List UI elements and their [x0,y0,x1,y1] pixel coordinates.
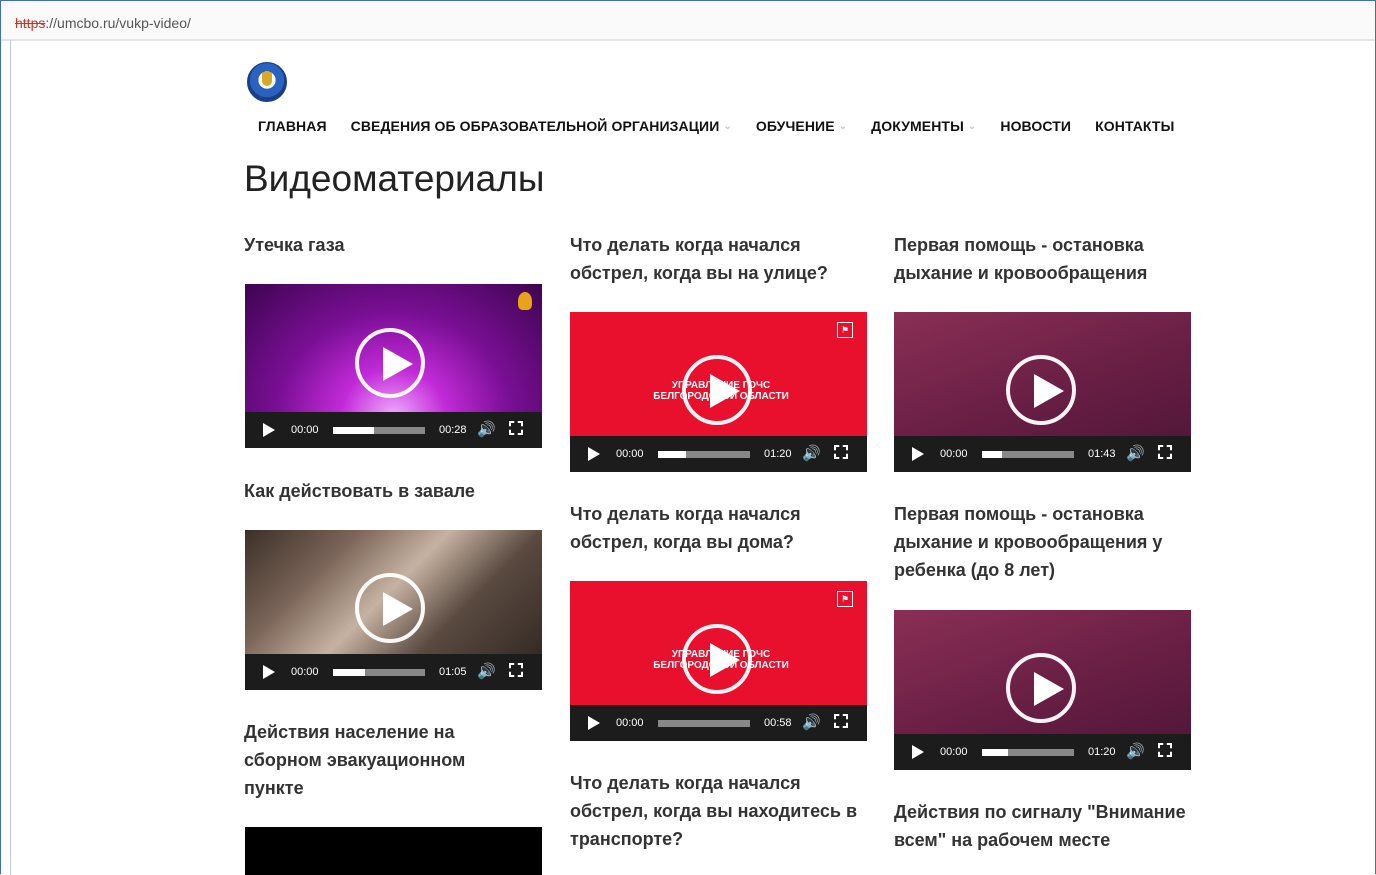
duration: 01:20 [1088,746,1116,758]
nav-item-news[interactable]: НОВОСТИ [1000,118,1071,134]
play-overlay-icon[interactable] [682,355,752,425]
progress-bar[interactable] [333,427,425,434]
progress-fill [333,669,366,676]
fire-logo-icon [518,292,532,310]
play-overlay-icon[interactable] [1006,653,1076,723]
current-time: 00:00 [616,717,644,729]
play-icon[interactable] [263,423,275,437]
progress-bar[interactable] [658,720,750,727]
nav-label: НОВОСТИ [1000,118,1072,134]
nav-label: СВЕДЕНИЯ ОБ ОБРАЗОВАТЕЛЬНОЙ ОРГАНИЗАЦИИ [350,118,720,134]
video-title-shelling-home: Что делать когда начался обстрел, когда … [570,504,801,552]
progress-fill [658,451,686,458]
volume-icon[interactable]: 🔊 [802,444,821,462]
current-time: 00:00 [291,666,319,678]
play-overlay-icon[interactable] [682,624,752,694]
video-player-rubble[interactable]: 00:00 01:05 🔊 [245,530,542,690]
video-player-gas-leak[interactable]: 00:00 00:28 🔊 [245,284,542,448]
progress-bar[interactable] [333,669,425,676]
chevron-down-icon: ⌄ [723,120,732,132]
current-time: 00:00 [616,448,644,460]
gochs-logo-icon: ⚑ [837,322,853,338]
nav-label: ДОКУМЕНТЫ [871,118,964,134]
progress-bar[interactable] [982,749,1074,756]
volume-icon[interactable]: 🔊 [1126,444,1145,462]
emblem-mark [262,72,272,86]
page-left-border [10,40,11,875]
player-controls: 00:00 01:20 🔊 [894,734,1191,770]
video-player-first-aid[interactable]: 00:00 01:43 🔊 [894,312,1191,472]
nav-item-org-info[interactable]: СВЕДЕНИЯ ОБ ОБРАЗОВАТЕЛЬНОЙ ОРГАНИЗАЦИИ ⌄ [351,118,732,134]
progress-fill [333,427,375,434]
volume-icon[interactable]: 🔊 [477,420,496,438]
duration: 00:28 [439,424,467,436]
play-icon[interactable] [263,665,275,679]
play-icon[interactable] [588,447,600,461]
current-time: 00:00 [940,448,968,460]
fullscreen-icon[interactable] [834,445,848,459]
volume-icon[interactable]: 🔊 [802,713,821,731]
progress-fill [982,451,1003,458]
duration: 00:58 [764,717,792,729]
volume-icon[interactable]: 🔊 [1126,742,1145,760]
main-nav: ГЛАВНАЯ СВЕДЕНИЯ ОБ ОБРАЗОВАТЕЛЬНОЙ ОРГА… [258,118,1198,134]
nav-label: ОБУЧЕНИЕ [755,118,835,134]
video-title-first-aid: Первая помощь - остановка дыхание и кров… [894,235,1148,283]
current-time: 00:00 [291,424,319,436]
player-controls: 00:00 01:05 🔊 [245,654,542,690]
video-player-shelling-home[interactable]: ⚑ УПРАВЛЕНИЕ ГОЧС БЕЛГОРОДСКОЙ ОБЛАСТИ 0… [570,581,867,741]
duration: 01:05 [439,666,467,678]
video-title-gas-leak: Утечка газа [244,235,345,255]
progress-bar[interactable] [658,451,750,458]
nav-item-home[interactable]: ГЛАВНАЯ [258,118,327,134]
volume-icon[interactable]: 🔊 [477,662,496,680]
video-player-evac-point[interactable] [245,827,542,875]
chevron-down-icon: ⌄ [838,120,848,132]
duration: 01:43 [1088,448,1116,460]
play-overlay-icon[interactable] [1006,355,1076,425]
nav-label: ГЛАВНАЯ [258,118,327,134]
fullscreen-icon[interactable] [1158,445,1172,459]
nav-label: КОНТАКТЫ [1095,118,1175,134]
url-path: ://umcbo.ru/vukp-video/ [45,15,191,31]
address-bar[interactable]: https://umcbo.ru/vukp-video/ [1,1,1375,41]
progress-bar[interactable] [982,451,1074,458]
fullscreen-icon[interactable] [509,663,523,677]
video-player-shelling-street[interactable]: ⚑ УПРАВЛЕНИЕ ГОЧС БЕЛГОРОДСКОЙ ОБЛАСТИ 0… [570,312,867,472]
current-time: 00:00 [940,746,968,758]
gochs-logo-icon: ⚑ [837,591,853,607]
video-title-first-aid-child: Первая помощь - остановка дыхание и кров… [894,504,1163,580]
play-icon[interactable] [912,447,924,461]
fullscreen-icon[interactable] [1158,743,1172,757]
video-title-shelling-transport: Что делать когда начался обстрел, когда … [570,773,858,849]
video-player-first-aid-child[interactable]: 00:00 01:20 🔊 [894,610,1191,770]
play-icon[interactable] [912,745,924,759]
video-title-rubble: Как действовать в завале [244,481,475,501]
play-overlay-icon[interactable] [355,328,425,398]
play-icon[interactable] [588,716,600,730]
nav-item-contacts[interactable]: КОНТАКТЫ [1095,118,1174,134]
duration: 01:20 [764,448,792,460]
nav-item-training[interactable]: ОБУЧЕНИЕ ⌄ [756,118,847,134]
play-overlay-icon[interactable] [355,573,425,643]
page-title: Видеоматериалы [244,158,545,199]
url-scheme: https [15,15,46,31]
fullscreen-icon[interactable] [509,421,523,435]
nav-item-documents[interactable]: ДОКУМЕНТЫ ⌄ [871,118,976,134]
progress-fill [982,749,1008,756]
fullscreen-icon[interactable] [834,714,848,728]
player-controls: 00:00 01:43 🔊 [894,436,1191,472]
video-title-attention-signal: Действия по сигналу "Внимание всем" на р… [894,802,1186,850]
player-controls: 00:00 01:20 🔊 [570,436,867,472]
player-controls: 00:00 00:58 🔊 [570,705,867,741]
mchs-emblem-icon[interactable] [247,62,287,102]
player-controls: 00:00 00:28 🔊 [245,412,542,448]
video-title-shelling-street: Что делать когда начался обстрел, когда … [570,235,828,283]
chevron-down-icon: ⌄ [967,120,977,132]
url-text[interactable]: https://umcbo.ru/vukp-video/ [15,15,191,31]
video-title-evac-point: Действия население на сборном эвакуацион… [244,722,466,798]
